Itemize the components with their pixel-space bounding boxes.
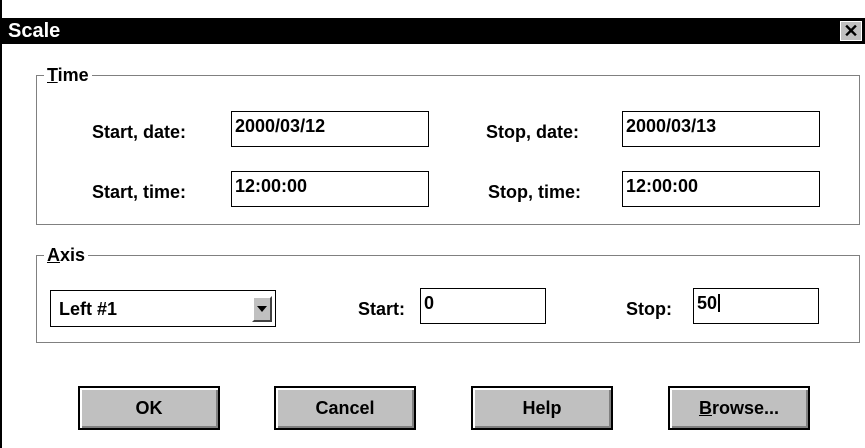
start-date-field[interactable]: 2000/03/12 xyxy=(231,111,429,147)
stop-date-field[interactable]: 2000/03/13 xyxy=(622,111,820,147)
axis-stop-value: 50 xyxy=(697,293,718,313)
stop-time-field[interactable]: 12:00:00 xyxy=(622,171,820,207)
title-bar[interactable]: Scale ✕ xyxy=(2,18,865,44)
start-time-field[interactable]: 12:00:00 xyxy=(231,171,429,207)
help-button[interactable]: Help xyxy=(471,386,613,430)
time-group-label: Time xyxy=(44,65,92,85)
scale-dialog: Scale ✕ Time Start, date: 2000/03/12 Sto… xyxy=(0,0,865,448)
stop-time-label: Stop, time: xyxy=(488,182,581,202)
axis-stop-field[interactable]: 50 xyxy=(693,288,819,324)
axis-start-field[interactable]: 0 xyxy=(420,288,546,324)
chevron-down-icon[interactable] xyxy=(252,296,272,322)
close-button[interactable]: ✕ xyxy=(840,21,862,41)
start-time-label: Start, time: xyxy=(92,182,187,202)
window-title: Scale xyxy=(8,20,61,42)
axis-start-label: Start: xyxy=(358,299,406,319)
text-caret xyxy=(718,294,721,312)
axis-select[interactable]: Left #1 xyxy=(50,290,276,327)
cancel-button[interactable]: Cancel xyxy=(274,386,416,430)
start-date-label: Start, date: xyxy=(92,122,187,142)
axis-select-value: Left #1 xyxy=(59,299,118,319)
browse-button[interactable]: Browse... xyxy=(668,386,810,430)
axis-stop-label: Stop: xyxy=(626,299,672,319)
close-icon: ✕ xyxy=(843,21,859,41)
ok-button[interactable]: OK xyxy=(78,386,220,430)
axis-group-label: Axis xyxy=(44,245,89,265)
stop-date-label: Stop, date: xyxy=(486,122,579,142)
